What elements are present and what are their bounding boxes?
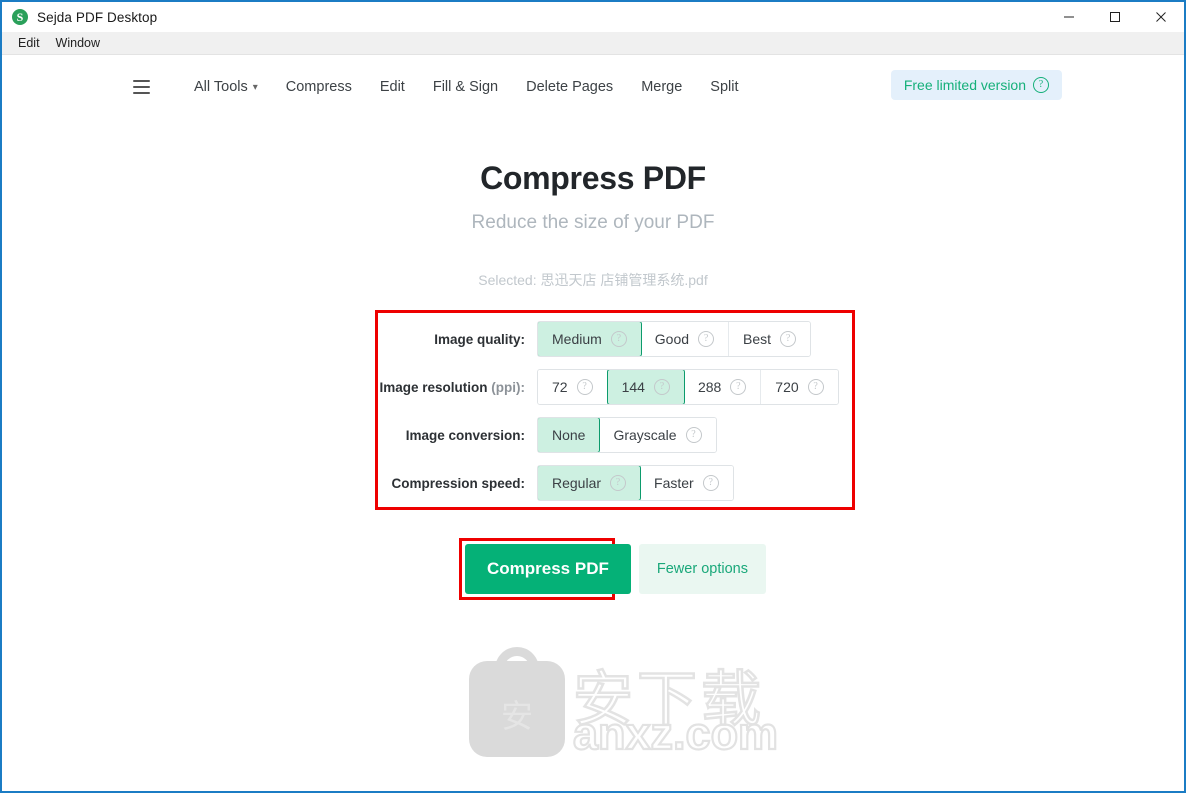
option-image-quality-good[interactable]: Good ? [640,322,730,356]
page-title: Compress PDF [480,160,706,196]
option-label: Best [743,331,772,347]
maximize-button[interactable] [1092,2,1138,32]
help-icon[interactable]: ? [807,379,824,395]
option-label: Grayscale [613,427,677,443]
option-row-image-resolution: Image resolution (ppi): 72 ? 144 ? 288 ? [375,369,855,405]
tool-link-all-tools[interactable]: All Tools ▾ [180,73,272,101]
option-label: Medium [552,331,602,347]
option-label-image-conversion: Image conversion: [405,427,525,443]
help-icon[interactable]: ? [576,379,593,395]
option-image-quality-best[interactable]: Best ? [729,322,811,356]
help-icon[interactable]: ? [653,379,670,395]
help-icon[interactable]: ? [685,427,702,443]
options-panel: Image quality: Medium ? Good ? Best ? Im… [375,310,855,510]
fewer-options-button[interactable]: Fewer options [638,544,766,594]
title-bar: S Sejda PDF Desktop [2,0,1184,32]
page-subtitle: Reduce the size of your PDF [471,212,715,233]
watermark-decorative-chars: 安下载 [572,664,765,737]
option-image-resolution-720[interactable]: 720 ? [761,370,838,404]
option-label: 72 [552,379,568,395]
option-compression-speed-regular[interactable]: Regular ? [537,466,642,500]
site-watermark: 安 安下载 anxz.com [469,647,779,771]
question-circle-icon[interactable]: ? [1033,77,1049,93]
watermark-bag-icon: 安 [469,647,565,757]
tool-link-fill-and-sign[interactable]: Fill & Sign [419,73,512,101]
option-label: 720 [775,379,799,395]
segmented-compression-speed: Regular ? Faster ? [537,465,734,501]
hamburger-icon[interactable] [133,80,150,94]
main-content: Compress PDF Reduce the size of your PDF… [2,160,1186,760]
watermark-bag-char: 安 [500,697,533,735]
tool-link-merge[interactable]: Merge [627,73,696,101]
option-row-image-conversion: Image conversion: None Grayscale ? [375,417,855,453]
option-label-compression-speed: Compression speed: [391,475,525,491]
tool-link-edit[interactable]: Edit [366,73,419,101]
compress-pdf-button[interactable]: Compress PDF [465,544,631,594]
option-image-resolution-288[interactable]: 288 ? [683,370,762,404]
selected-file-label: Selected: 思迅天店 店铺管理系统.pdf [478,272,708,288]
menu-bar: Edit Window [2,32,1184,55]
help-icon[interactable]: ? [698,331,715,347]
option-image-quality-medium[interactable]: Medium ? [538,322,642,356]
menu-item-edit[interactable]: Edit [10,34,48,52]
tool-link-delete-pages[interactable]: Delete Pages [512,73,627,101]
chevron-down-icon: ▾ [252,82,258,93]
option-image-conversion-none[interactable]: None [537,418,601,452]
minimize-button[interactable] [1046,2,1092,32]
tool-link-label: All Tools [194,79,248,95]
segmented-image-conversion: None Grayscale ? [537,417,717,453]
window-title: Sejda PDF Desktop [37,9,158,25]
option-label: Regular [552,475,602,491]
option-label: None [552,427,586,443]
help-icon[interactable]: ? [780,331,797,347]
option-image-resolution-72[interactable]: 72 ? [538,370,608,404]
close-button[interactable] [1138,2,1184,32]
app-logo-icon: S [12,9,28,25]
help-icon[interactable]: ? [610,331,627,347]
option-label-text: Image resolution [379,379,492,395]
option-label: 288 [697,379,722,395]
option-label-image-resolution: Image resolution (ppi): [375,380,537,395]
option-label: 144 [621,379,645,395]
actions-wrap: Compress PDF Fewer options [2,538,1184,628]
option-compression-speed-faster[interactable]: Faster ? [640,466,733,500]
options-panel-wrap: Image quality: Medium ? Good ? Best ? Im… [2,310,1186,760]
option-image-conversion-grayscale[interactable]: Grayscale ? [599,418,716,452]
segmented-image-quality: Medium ? Good ? Best ? [537,321,812,357]
watermark-site-text: anxz.com [572,707,779,760]
option-row-compression-speed: Compression speed: Regular ? Faster ? [375,465,855,501]
segmented-image-resolution: 72 ? 144 ? 288 ? 720 ? [537,369,839,405]
window-controls [1046,2,1184,32]
free-version-badge[interactable]: Free limited version ? [890,70,1062,100]
option-row-image-quality: Image quality: Medium ? Good ? Best ? [375,321,855,357]
option-label-image-quality: Image quality: [434,331,525,347]
tool-link-split[interactable]: Split [696,73,752,101]
option-image-resolution-144[interactable]: 144 ? [606,370,685,404]
free-version-label: Free limited version [903,77,1026,93]
help-icon[interactable]: ? [702,475,719,491]
tool-link-compress[interactable]: Compress [272,73,366,101]
app-toolbar: All Tools ▾ Compress Edit Fill & Sign Del… [2,55,1184,113]
toolbar-links: All Tools ▾ Compress Edit Fill & Sign Del… [180,73,753,101]
menu-item-window[interactable]: Window [48,34,108,52]
option-label: Faster [654,475,694,491]
actions-row: Compress PDF Fewer options [465,544,766,594]
option-label: Good [654,331,690,347]
app-window: S Sejda PDF Desktop Edit Window All Tool… [0,0,1186,793]
help-icon[interactable]: ? [730,379,747,395]
help-icon[interactable]: ? [610,475,627,491]
option-label-unit: (ppi): [491,379,525,395]
